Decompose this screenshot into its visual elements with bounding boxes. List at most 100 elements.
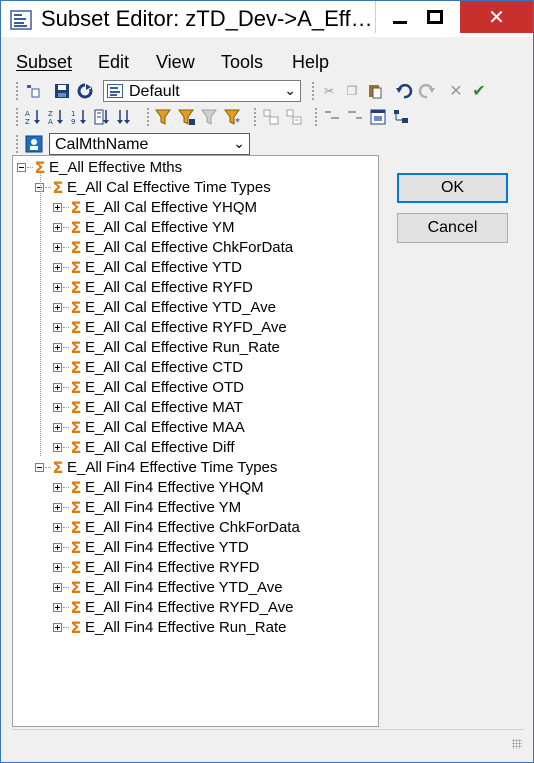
toolbar-grip[interactable]: [314, 107, 318, 127]
sort-ascending-button[interactable]: AZ: [23, 107, 43, 127]
save-icon: [55, 84, 69, 98]
save-subset-button[interactable]: [52, 81, 72, 101]
tree-leaf-item[interactable]: Σ E_All Fin4 Effective Run_Rate: [53, 617, 287, 637]
tree-leaf-item[interactable]: Σ E_All Cal Effective MAA: [53, 417, 245, 437]
expand-toggle-icon[interactable]: [53, 602, 62, 612]
expand-toggle-icon[interactable]: [53, 522, 62, 532]
paste-button[interactable]: [365, 81, 385, 101]
tree-root-item[interactable]: Σ E_All Effective Mths: [17, 157, 182, 177]
svg-text:*: *: [235, 117, 240, 126]
expand-toggle-icon[interactable]: [53, 262, 62, 272]
tree-leaf-item[interactable]: Σ E_All Fin4 Effective YM: [53, 497, 241, 517]
resize-grip-icon[interactable]: [512, 739, 522, 749]
filter-by-wildcard-button[interactable]: [200, 107, 220, 127]
filter-by-expression-button[interactable]: *: [223, 107, 243, 127]
expand-toggle-icon[interactable]: [53, 502, 62, 512]
toolbar-grip[interactable]: [15, 107, 19, 127]
toolbar-grip[interactable]: [15, 81, 19, 101]
expand-toggle-icon[interactable]: [53, 222, 62, 232]
expand-toggle-icon[interactable]: [53, 202, 62, 212]
tree-leaf-item[interactable]: Σ E_All Cal Effective RYFD: [53, 277, 253, 297]
sort-index-asc-icon: 19: [71, 110, 86, 126]
tree-group-item[interactable]: Σ E_All Cal Effective Time Types: [35, 177, 271, 197]
sort-hierarchy-desc-button[interactable]: [115, 107, 135, 127]
tree-leaf-item[interactable]: Σ E_All Cal Effective MAT: [53, 397, 243, 417]
close-button[interactable]: ✕: [460, 1, 533, 33]
tree-view-button[interactable]: [391, 107, 411, 127]
expand-toggle-icon[interactable]: [53, 482, 62, 492]
expand-toggle-icon[interactable]: [53, 342, 62, 352]
menu-tools[interactable]: Tools: [221, 52, 263, 73]
roll-up-button[interactable]: [345, 107, 365, 127]
expand-toggle-icon[interactable]: [53, 622, 62, 632]
tree-group-item[interactable]: Σ E_All Fin4 Effective Time Types: [35, 457, 277, 477]
expand-toggle-icon[interactable]: [53, 322, 62, 332]
dimension-dropdown[interactable]: CalMthName ⌄: [49, 133, 250, 155]
expand-toggle-icon[interactable]: [53, 302, 62, 312]
tree-leaf-item[interactable]: Σ E_All Cal Effective CTD: [53, 357, 243, 377]
expand-toggle-icon[interactable]: [53, 402, 62, 412]
subset-dropdown[interactable]: Default ⌄: [103, 80, 301, 102]
tree-leaf-item[interactable]: Σ E_All Cal Effective YHQM: [53, 197, 257, 217]
ok-button[interactable]: OK: [397, 173, 508, 203]
filter-by-attribute-button[interactable]: [177, 107, 197, 127]
collapse-toggle-icon[interactable]: [17, 162, 26, 172]
expand-toggle-icon[interactable]: [53, 582, 62, 592]
collapse-toggle-icon[interactable]: [35, 462, 44, 472]
apply-button[interactable]: ✔: [469, 81, 489, 101]
expand-toggle-icon[interactable]: [53, 382, 62, 392]
refresh-button[interactable]: [75, 81, 95, 101]
tree-leaf-item[interactable]: Σ E_All Fin4 Effective ChkForData: [53, 517, 300, 537]
properties-button[interactable]: [368, 107, 388, 127]
menu-subset[interactable]: Subset: [16, 52, 72, 73]
new-subset-button[interactable]: [23, 81, 43, 101]
tree-leaf-item[interactable]: Σ E_All Cal Effective ChkForData: [53, 237, 293, 257]
element-tree[interactable]: Σ E_All Effective Mths Σ E_All Cal Effectiv…: [12, 155, 379, 727]
redo-button[interactable]: [417, 81, 437, 101]
tree-leaf-item[interactable]: Σ E_All Cal Effective YTD: [53, 257, 242, 277]
cancel-button[interactable]: Cancel: [397, 213, 508, 243]
hierarchy-sort-desc-icon: [117, 110, 130, 124]
expand-toggle-icon[interactable]: [53, 542, 62, 552]
menu-help[interactable]: Help: [292, 52, 329, 73]
tree-leaf-item[interactable]: Σ E_All Cal Effective YM: [53, 217, 235, 237]
expand-toggle-icon[interactable]: [53, 442, 62, 452]
expand-toggle-icon[interactable]: [53, 422, 62, 432]
tree-leaf-item[interactable]: Σ E_All Fin4 Effective YTD: [53, 537, 249, 557]
collapse-icon: [286, 109, 302, 125]
tree-leaf-item[interactable]: Σ E_All Fin4 Effective YHQM: [53, 477, 264, 497]
copy-button[interactable]: ❐: [342, 81, 362, 101]
tree-leaf-item[interactable]: Σ E_All Fin4 Effective RYFD: [53, 557, 260, 577]
toolbar-grip[interactable]: [253, 107, 257, 127]
tree-leaf-item[interactable]: Σ E_All Cal Effective Run_Rate: [53, 337, 280, 357]
cut-button[interactable]: ✂: [319, 81, 339, 101]
dimension-button[interactable]: [23, 133, 45, 155]
menu-edit[interactable]: Edit: [98, 52, 129, 73]
expand-button[interactable]: [261, 107, 281, 127]
refresh-icon: [77, 83, 93, 99]
expand-toggle-icon[interactable]: [53, 362, 62, 372]
menu-view[interactable]: View: [156, 52, 195, 73]
tree-leaf-item[interactable]: Σ E_All Cal Effective YTD_Ave: [53, 297, 276, 317]
sort-descending-button[interactable]: ZA: [46, 107, 66, 127]
collapse-button[interactable]: [284, 107, 304, 127]
tree-leaf-item[interactable]: Σ E_All Cal Effective OTD: [53, 377, 244, 397]
filter-by-level-button[interactable]: [154, 107, 174, 127]
drill-down-button[interactable]: [322, 107, 342, 127]
tree-leaf-item[interactable]: Σ E_All Fin4 Effective RYFD_Ave: [53, 597, 293, 617]
undo-button[interactable]: [394, 81, 414, 101]
sort-index-ascending-button[interactable]: 19: [69, 107, 89, 127]
maximize-button[interactable]: [411, 1, 459, 33]
sort-hierarchy-button[interactable]: [92, 107, 112, 127]
expand-toggle-icon[interactable]: [53, 242, 62, 252]
toolbar-grip[interactable]: [15, 134, 19, 154]
expand-toggle-icon[interactable]: [53, 562, 62, 572]
cancel-changes-button[interactable]: ✕: [446, 81, 466, 101]
expand-toggle-icon[interactable]: [53, 282, 62, 292]
toolbar-grip[interactable]: [311, 81, 315, 101]
toolbar-grip[interactable]: [146, 107, 150, 127]
title-bar[interactable]: Subset Editor: zTD_Dev->A_Eff… ✕: [1, 1, 533, 37]
tree-leaf-item[interactable]: Σ E_All Cal Effective Diff: [53, 437, 235, 457]
tree-leaf-item[interactable]: Σ E_All Fin4 Effective YTD_Ave: [53, 577, 283, 597]
tree-leaf-item[interactable]: Σ E_All Cal Effective RYFD_Ave: [53, 317, 287, 337]
